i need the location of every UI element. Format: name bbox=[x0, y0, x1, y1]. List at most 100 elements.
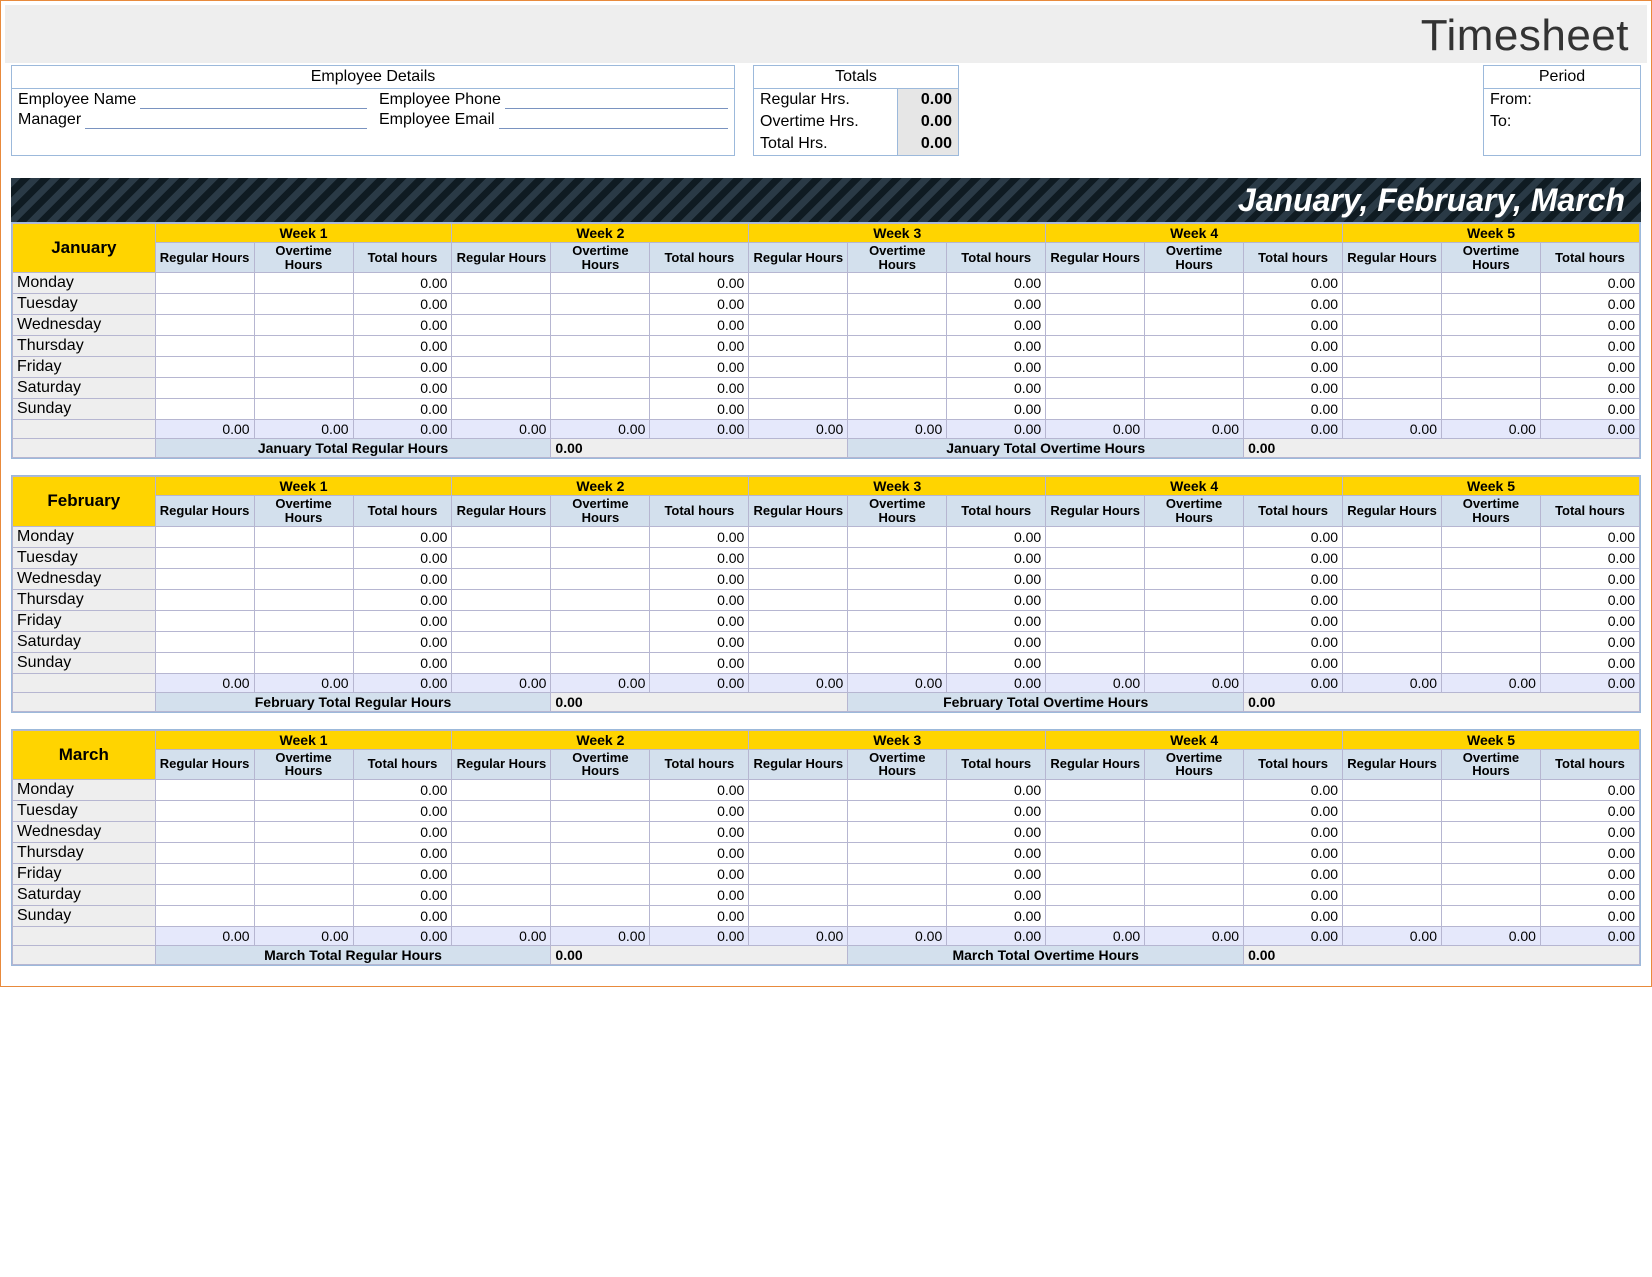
overtime-cell[interactable] bbox=[1442, 315, 1541, 336]
regular-cell[interactable] bbox=[452, 526, 551, 547]
overtime-cell[interactable] bbox=[551, 399, 650, 420]
regular-cell[interactable] bbox=[155, 294, 254, 315]
overtime-cell[interactable] bbox=[254, 821, 353, 842]
regular-cell[interactable] bbox=[1343, 863, 1442, 884]
overtime-cell[interactable] bbox=[254, 526, 353, 547]
overtime-cell[interactable] bbox=[551, 273, 650, 294]
regular-cell[interactable] bbox=[1046, 821, 1145, 842]
overtime-cell[interactable] bbox=[1442, 357, 1541, 378]
regular-cell[interactable] bbox=[749, 610, 848, 631]
regular-cell[interactable] bbox=[1046, 779, 1145, 800]
regular-cell[interactable] bbox=[1046, 863, 1145, 884]
regular-cell[interactable] bbox=[1046, 884, 1145, 905]
overtime-cell[interactable] bbox=[551, 610, 650, 631]
overtime-cell[interactable] bbox=[1442, 568, 1541, 589]
overtime-cell[interactable] bbox=[551, 315, 650, 336]
overtime-cell[interactable] bbox=[848, 884, 947, 905]
regular-cell[interactable] bbox=[1343, 631, 1442, 652]
regular-cell[interactable] bbox=[1343, 842, 1442, 863]
regular-cell[interactable] bbox=[155, 631, 254, 652]
overtime-cell[interactable] bbox=[1145, 884, 1244, 905]
overtime-cell[interactable] bbox=[848, 568, 947, 589]
overtime-cell[interactable] bbox=[254, 568, 353, 589]
regular-cell[interactable] bbox=[1046, 273, 1145, 294]
overtime-cell[interactable] bbox=[848, 336, 947, 357]
regular-cell[interactable] bbox=[155, 842, 254, 863]
regular-cell[interactable] bbox=[749, 568, 848, 589]
regular-cell[interactable] bbox=[155, 273, 254, 294]
regular-cell[interactable] bbox=[749, 273, 848, 294]
regular-cell[interactable] bbox=[155, 547, 254, 568]
regular-cell[interactable] bbox=[155, 821, 254, 842]
regular-cell[interactable] bbox=[1343, 589, 1442, 610]
regular-cell[interactable] bbox=[1046, 526, 1145, 547]
overtime-cell[interactable] bbox=[551, 842, 650, 863]
overtime-cell[interactable] bbox=[1442, 631, 1541, 652]
regular-cell[interactable] bbox=[1343, 336, 1442, 357]
overtime-cell[interactable] bbox=[1145, 273, 1244, 294]
overtime-cell[interactable] bbox=[848, 610, 947, 631]
regular-cell[interactable] bbox=[749, 294, 848, 315]
overtime-cell[interactable] bbox=[1442, 589, 1541, 610]
overtime-cell[interactable] bbox=[254, 294, 353, 315]
regular-cell[interactable] bbox=[155, 800, 254, 821]
overtime-cell[interactable] bbox=[848, 315, 947, 336]
regular-cell[interactable] bbox=[749, 357, 848, 378]
overtime-cell[interactable] bbox=[254, 357, 353, 378]
regular-cell[interactable] bbox=[452, 399, 551, 420]
overtime-cell[interactable] bbox=[848, 294, 947, 315]
overtime-cell[interactable] bbox=[1145, 378, 1244, 399]
overtime-cell[interactable] bbox=[551, 526, 650, 547]
overtime-cell[interactable] bbox=[551, 821, 650, 842]
regular-cell[interactable] bbox=[452, 610, 551, 631]
overtime-cell[interactable] bbox=[1145, 547, 1244, 568]
overtime-cell[interactable] bbox=[254, 842, 353, 863]
overtime-cell[interactable] bbox=[551, 378, 650, 399]
overtime-cell[interactable] bbox=[1145, 842, 1244, 863]
regular-cell[interactable] bbox=[1343, 547, 1442, 568]
overtime-cell[interactable] bbox=[848, 800, 947, 821]
overtime-cell[interactable] bbox=[254, 399, 353, 420]
regular-cell[interactable] bbox=[452, 631, 551, 652]
regular-cell[interactable] bbox=[155, 884, 254, 905]
regular-cell[interactable] bbox=[1343, 399, 1442, 420]
regular-cell[interactable] bbox=[452, 905, 551, 926]
regular-cell[interactable] bbox=[1046, 294, 1145, 315]
overtime-cell[interactable] bbox=[1145, 631, 1244, 652]
regular-cell[interactable] bbox=[749, 800, 848, 821]
overtime-cell[interactable] bbox=[848, 631, 947, 652]
regular-cell[interactable] bbox=[155, 399, 254, 420]
regular-cell[interactable] bbox=[1046, 631, 1145, 652]
overtime-cell[interactable] bbox=[1442, 863, 1541, 884]
period-from-value[interactable] bbox=[1580, 89, 1640, 111]
regular-cell[interactable] bbox=[155, 905, 254, 926]
overtime-cell[interactable] bbox=[254, 378, 353, 399]
regular-cell[interactable] bbox=[155, 610, 254, 631]
regular-cell[interactable] bbox=[452, 378, 551, 399]
overtime-cell[interactable] bbox=[551, 800, 650, 821]
regular-cell[interactable] bbox=[452, 357, 551, 378]
regular-cell[interactable] bbox=[1343, 821, 1442, 842]
employee-email-input[interactable] bbox=[499, 113, 728, 129]
regular-cell[interactable] bbox=[155, 526, 254, 547]
overtime-cell[interactable] bbox=[551, 568, 650, 589]
overtime-cell[interactable] bbox=[1442, 800, 1541, 821]
overtime-cell[interactable] bbox=[1442, 294, 1541, 315]
overtime-cell[interactable] bbox=[551, 294, 650, 315]
overtime-cell[interactable] bbox=[848, 589, 947, 610]
overtime-cell[interactable] bbox=[848, 547, 947, 568]
overtime-cell[interactable] bbox=[1145, 315, 1244, 336]
overtime-cell[interactable] bbox=[1145, 652, 1244, 673]
regular-cell[interactable] bbox=[1046, 336, 1145, 357]
regular-cell[interactable] bbox=[749, 863, 848, 884]
overtime-cell[interactable] bbox=[254, 800, 353, 821]
overtime-cell[interactable] bbox=[1145, 905, 1244, 926]
overtime-cell[interactable] bbox=[551, 547, 650, 568]
regular-cell[interactable] bbox=[1046, 800, 1145, 821]
regular-cell[interactable] bbox=[1343, 905, 1442, 926]
overtime-cell[interactable] bbox=[1442, 336, 1541, 357]
overtime-cell[interactable] bbox=[551, 631, 650, 652]
regular-cell[interactable] bbox=[749, 315, 848, 336]
overtime-cell[interactable] bbox=[1442, 547, 1541, 568]
regular-cell[interactable] bbox=[155, 779, 254, 800]
